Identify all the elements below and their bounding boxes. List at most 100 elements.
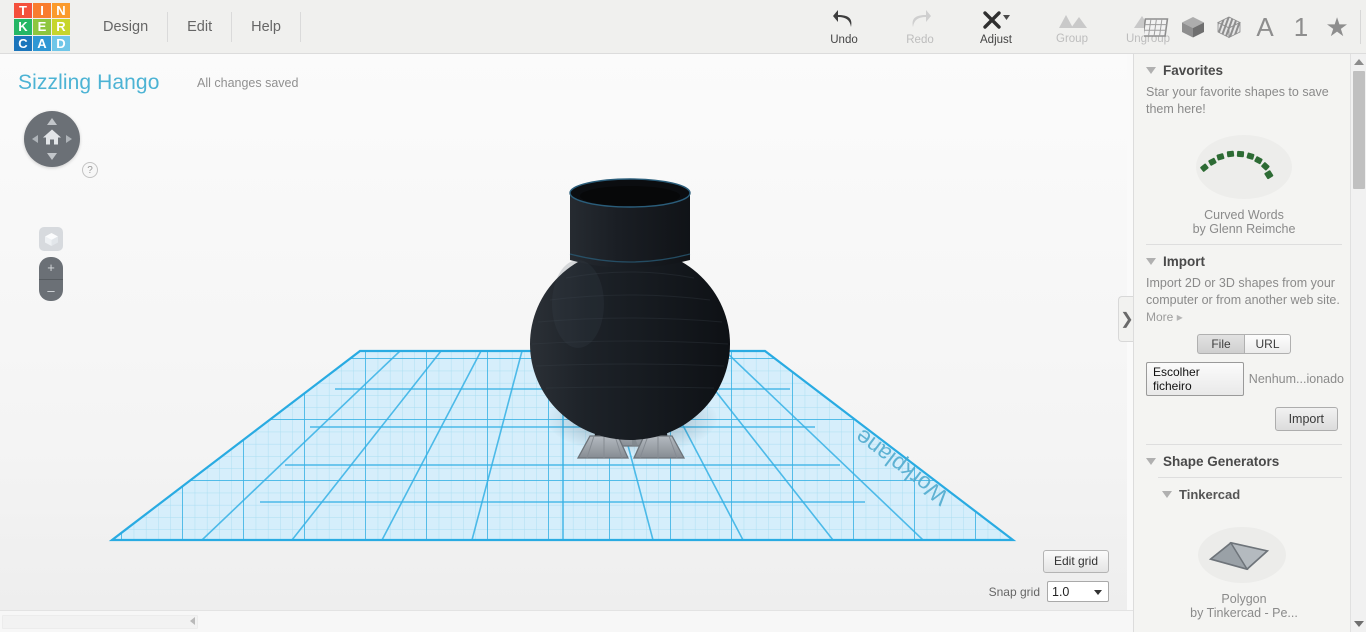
chevron-down-icon <box>1094 589 1102 595</box>
top-toolbar: TINKERCAD Design Edit Help Undo Redo Adj… <box>0 0 1366 54</box>
favorites-star-icon[interactable]: ★ <box>1320 7 1354 47</box>
shape-generator-item-name[interactable]: Polygon <box>1144 592 1344 606</box>
text-glyph: A <box>1256 12 1274 42</box>
subsection-title: Tinkercad <box>1179 487 1241 502</box>
subsection-tinkercad-header[interactable]: Tinkercad <box>1144 478 1344 508</box>
file-chooser-row: Escolher ficheiro Nenhum...ionado <box>1144 362 1344 396</box>
edit-grid-button[interactable]: Edit grid <box>1042 550 1109 573</box>
import-tab-url[interactable]: URL <box>1244 334 1291 354</box>
save-status: All changes saved <box>197 76 299 90</box>
logo-letter: N <box>52 3 70 19</box>
main-menu: Design Edit Help <box>84 0 301 54</box>
chevron-right-icon: ❯ <box>1120 311 1134 328</box>
help-badge-icon[interactable]: ? <box>82 162 98 178</box>
number-icon[interactable]: 1 <box>1284 7 1318 47</box>
editor-canvas[interactable]: Workplane ? + – Sizzling Hango All chang… <box>0 54 1127 610</box>
adjust-button[interactable]: Adjust <box>958 0 1034 54</box>
nav-right-arrow-icon[interactable] <box>66 135 72 143</box>
section-favorites-header[interactable]: Favorites <box>1144 54 1344 84</box>
triangle-down-icon <box>1146 458 1156 465</box>
scroll-up-arrow-icon[interactable] <box>1353 59 1364 65</box>
group-icon <box>1056 10 1088 30</box>
choose-file-button[interactable]: Escolher ficheiro <box>1146 362 1244 396</box>
import-button[interactable]: Import <box>1274 407 1338 431</box>
favorites-item-author: by Glenn Reimche <box>1192 222 1296 236</box>
scrollbar-thumb[interactable] <box>2 615 198 629</box>
menu-item-design[interactable]: Design <box>84 0 167 54</box>
tinkercad-logo[interactable]: TIN KER CAD <box>14 3 70 51</box>
import-description: Import 2D or 3D shapes from your compute… <box>1146 276 1340 307</box>
menu-label: Edit <box>187 19 213 35</box>
help-badge-label: ? <box>87 164 93 176</box>
text-icon[interactable]: A <box>1248 7 1282 47</box>
menu-label: Design <box>103 19 149 35</box>
logo-letter: A <box>33 35 51 51</box>
curved-words-icon <box>1196 135 1292 199</box>
logo-letter: I <box>33 3 51 19</box>
redo-icon <box>907 9 933 31</box>
toolbar-separator <box>1360 10 1361 44</box>
polygon-icon <box>1198 527 1286 583</box>
menu-separator <box>299 12 301 42</box>
snap-grid-select[interactable]: 1.0 <box>1047 581 1109 602</box>
shape-generator-thumbnail[interactable] <box>1144 514 1344 588</box>
star-glyph: ★ <box>1325 12 1349 42</box>
group-button[interactable]: Group <box>1034 0 1110 54</box>
undo-icon <box>831 9 857 31</box>
adjust-label: Adjust <box>980 33 1012 46</box>
nav-up-arrow-icon[interactable] <box>47 118 57 125</box>
more-label: More <box>1146 310 1174 324</box>
file-status-text: Nenhum...ionado <box>1248 372 1344 386</box>
menu-item-help[interactable]: Help <box>232 0 300 54</box>
striped-cube-icon[interactable] <box>1212 7 1246 47</box>
section-import-header[interactable]: Import <box>1144 245 1344 275</box>
shape-category-tools: A 1 ★ <box>1140 0 1365 54</box>
favorites-thumbnail[interactable] <box>1144 124 1344 204</box>
snap-grid-row: Snap grid 1.0 <box>989 581 1109 602</box>
scrollbar-thumb[interactable] <box>1353 71 1365 189</box>
tinkercad-app: TINKERCAD Design Edit Help Undo Redo Adj… <box>0 0 1366 632</box>
import-tab-file[interactable]: File <box>1197 334 1244 354</box>
edit-tools: Undo Redo Adjust Group Ungroup <box>806 0 1186 54</box>
grid-controls: Edit grid Snap grid 1.0 <box>989 550 1109 602</box>
horizontal-scrollbar[interactable] <box>0 610 1133 632</box>
workplane-icon[interactable] <box>1140 7 1174 47</box>
section-title: Favorites <box>1163 63 1224 78</box>
nav-left-arrow-icon[interactable] <box>32 135 38 143</box>
favorites-item-name[interactable]: Curved Words <box>1144 208 1344 222</box>
zoom-controls[interactable]: + – <box>39 257 63 301</box>
section-title: Import <box>1163 254 1205 269</box>
import-more-link[interactable]: More ▸ <box>1144 309 1344 324</box>
triangle-down-icon <box>1162 491 1172 498</box>
home-view-icon[interactable] <box>42 128 62 151</box>
scroll-down-arrow-icon[interactable] <box>1353 621 1364 627</box>
undo-button[interactable]: Undo <box>806 0 882 54</box>
model-cauldron[interactable] <box>520 174 740 474</box>
view-cube-button[interactable] <box>39 227 63 251</box>
undo-label: Undo <box>830 33 858 46</box>
favorites-description: Star your favorite shapes to save them h… <box>1146 85 1329 116</box>
import-source-toggle: File URL <box>1144 334 1344 354</box>
panel-vertical-scrollbar[interactable] <box>1350 54 1366 632</box>
redo-button[interactable]: Redo <box>882 0 958 54</box>
view-cube-icon <box>44 232 58 246</box>
number-glyph: 1 <box>1293 12 1309 42</box>
triangle-down-icon <box>1146 67 1156 74</box>
menu-item-edit[interactable]: Edit <box>168 0 231 54</box>
zoom-out-button[interactable]: – <box>39 280 63 302</box>
import-action-row: Import <box>1144 407 1344 431</box>
group-label: Group <box>1056 32 1088 45</box>
solid-cube-icon[interactable] <box>1176 7 1210 47</box>
view-navigation-wheel[interactable] <box>24 111 80 167</box>
snap-grid-value: 1.0 <box>1052 584 1070 599</box>
nav-down-arrow-icon[interactable] <box>47 153 57 160</box>
logo-letter: D <box>52 35 70 51</box>
logo-letter: K <box>14 19 32 35</box>
design-title[interactable]: Sizzling Hango <box>18 71 159 95</box>
logo-letter: E <box>33 19 51 35</box>
logo-letter: T <box>14 3 32 19</box>
scroll-left-arrow-icon[interactable] <box>190 617 195 625</box>
more-arrow-icon: ▸ <box>1176 310 1183 324</box>
zoom-in-button[interactable]: + <box>39 257 63 280</box>
section-shape-generators-header[interactable]: Shape Generators <box>1144 445 1344 475</box>
